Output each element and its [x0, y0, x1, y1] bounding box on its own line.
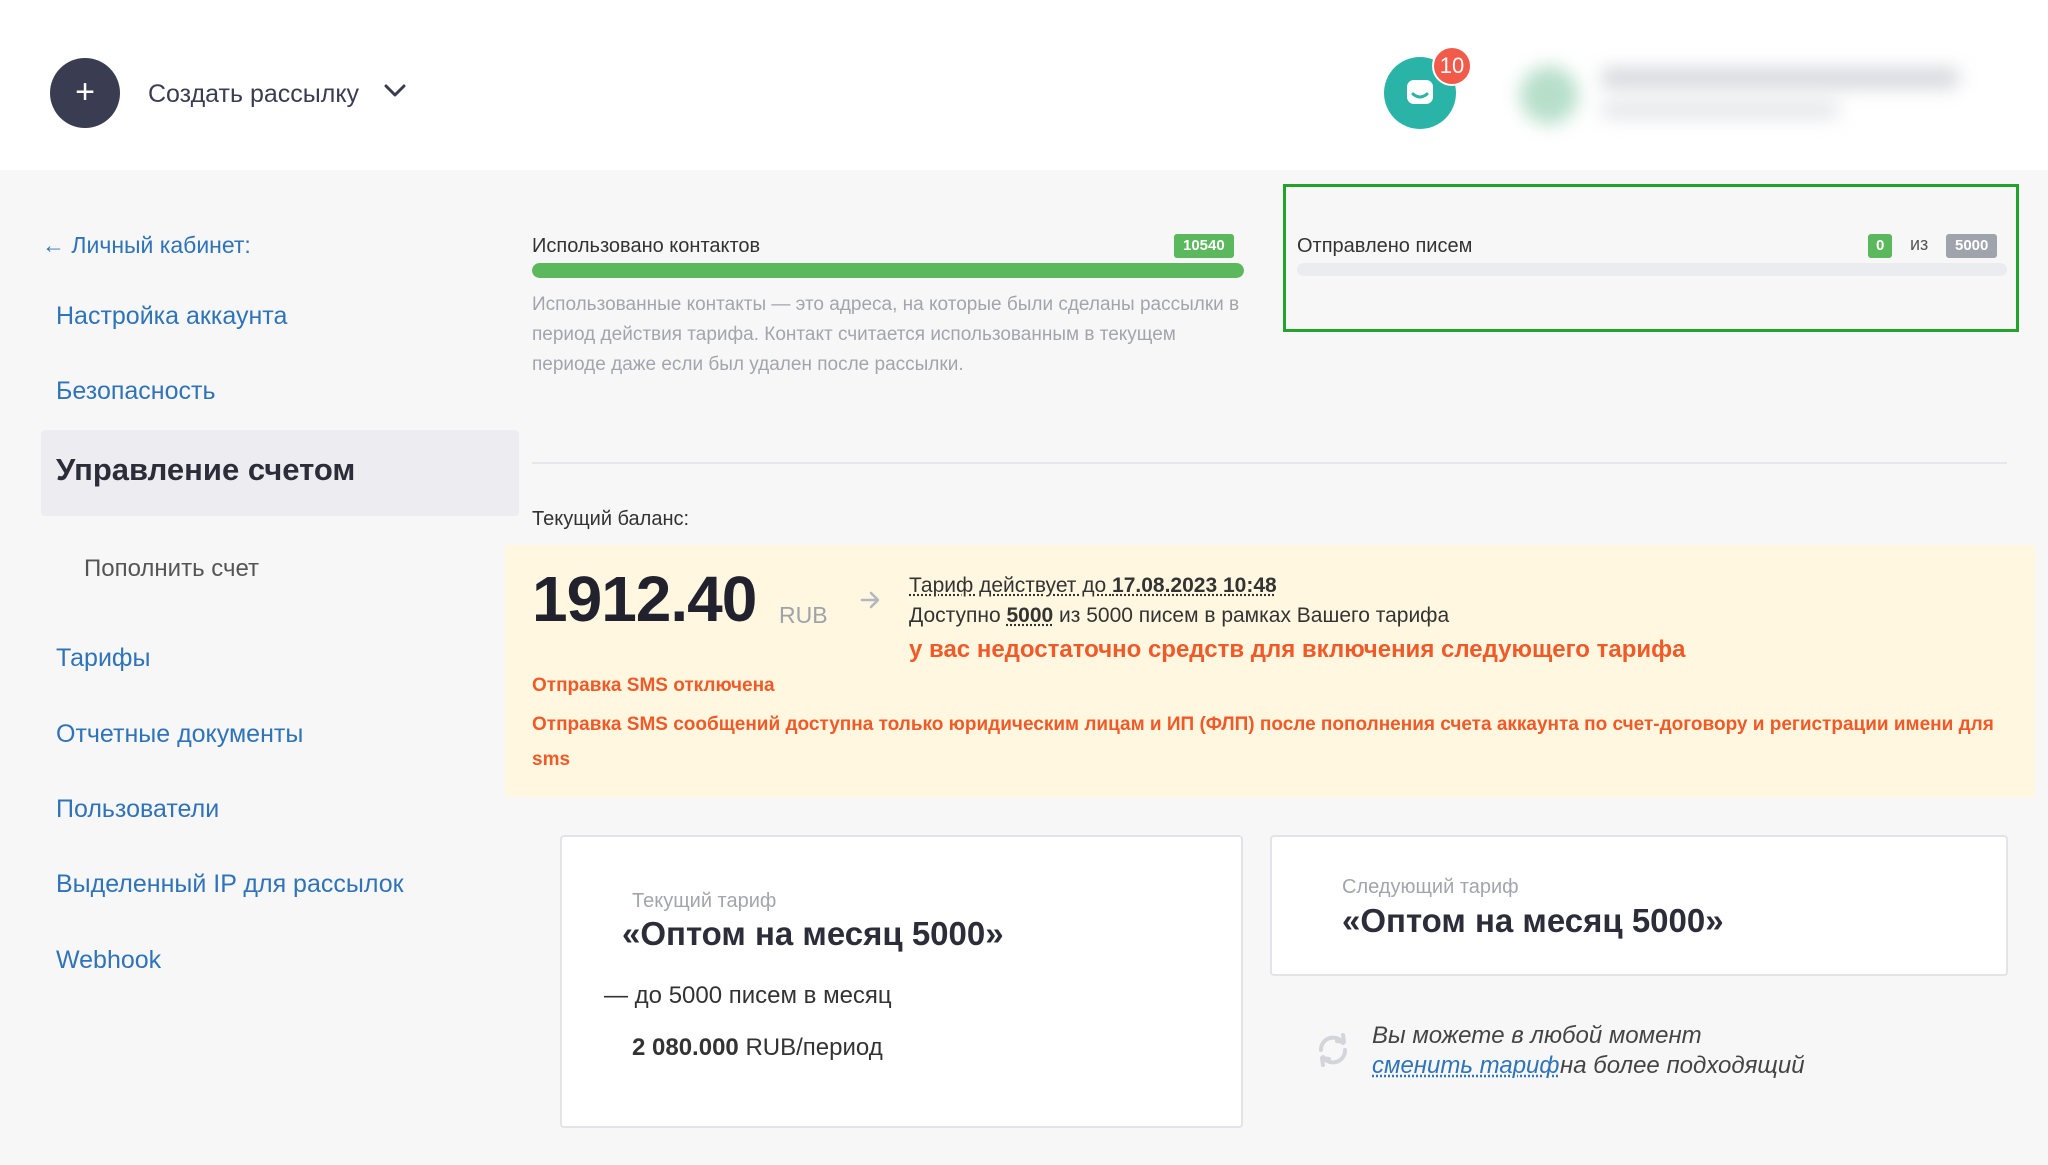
- sidebar-item-dedicated-ip[interactable]: Выделенный IP для рассылок: [56, 870, 404, 899]
- back-to-account-link[interactable]: ← Личный кабинет:: [42, 232, 251, 259]
- current-tariff-price-value: 2 080.000: [632, 1034, 739, 1061]
- sms-availability-note: Отправка SMS сообщений доступна только ю…: [532, 714, 1994, 770]
- plus-icon[interactable]: +: [50, 58, 120, 128]
- change-tariff-hint-rest: на более подходящий: [1560, 1052, 1805, 1079]
- contacts-used-badge: 10540: [1174, 234, 1234, 258]
- sidebar-item-webhook[interactable]: Webhook: [56, 946, 161, 975]
- chat-icon: [1407, 80, 1433, 104]
- letters-sent-label: Отправлено писем: [1297, 235, 1473, 257]
- next-tariff-name: «Оптом на месяц 5000»: [1342, 902, 1724, 939]
- contacts-description: Использованные контакты — это адреса, на…: [532, 294, 1240, 375]
- balance-amount: 1912.40: [532, 563, 757, 635]
- current-tariff-limit: — до 5000 писем в месяц: [604, 982, 892, 1009]
- letters-available-count: 5000: [1006, 604, 1054, 627]
- contacts-used-label: Использовано контактов: [532, 235, 761, 257]
- letters-total-badge: 5000: [1946, 234, 1998, 258]
- section-divider: [532, 462, 2007, 464]
- letters-sent-count-badge: 0: [1868, 234, 1893, 258]
- sidebar-item-account-settings[interactable]: Настройка аккаунта: [56, 302, 287, 331]
- current-tariff-name: «Оптом на месяц 5000»: [622, 915, 1004, 952]
- sidebar-item-billing[interactable]: Управление счетом: [56, 452, 355, 488]
- current-tariff-caption: Текущий тариф: [632, 890, 777, 912]
- avatar: [1520, 66, 1578, 124]
- arrow-right-icon: [860, 591, 880, 609]
- next-tariff-caption: Следующий тариф: [1342, 876, 1519, 898]
- sidebar-item-security[interactable]: Безопасность: [56, 377, 215, 406]
- sidebar-item-users[interactable]: Пользователи: [56, 795, 219, 824]
- balance-label: Текущий баланс:: [532, 508, 690, 530]
- letters-available: Доступно 5000 из 5000 писем в рамках Ваш…: [909, 604, 1450, 627]
- tariff-valid-until: Тариф действует до 17.08.2023 10:48: [909, 574, 1277, 597]
- refresh-icon: [1318, 1033, 1348, 1067]
- change-tariff-link[interactable]: сменить тариф: [1372, 1052, 1559, 1080]
- tariff-valid-until-date: 17.08.2023 10:48: [1112, 574, 1277, 597]
- user-menu[interactable]: [1520, 60, 2000, 130]
- change-tariff-hint: Вы можете в любой момент: [1372, 1022, 1702, 1049]
- create-mailing-button[interactable]: Создать рассылку: [148, 80, 359, 109]
- user-email-blurred: [1600, 68, 1960, 88]
- contacts-progress-bar: [532, 263, 1244, 278]
- notifications-count-badge: 10: [1432, 46, 1472, 86]
- chevron-down-icon[interactable]: [384, 84, 406, 98]
- letters-progress-bar: [1297, 263, 2007, 276]
- current-tariff-price: 2 080.000 RUB/период: [632, 1034, 883, 1061]
- sidebar-item-top-up[interactable]: Пополнить счет: [84, 555, 259, 583]
- letters-sent-highlight: [1283, 184, 2019, 332]
- user-name-blurred: [1600, 102, 1840, 118]
- contacts-progress-fill: [532, 263, 1244, 278]
- letters-of-label: из: [1910, 234, 1929, 254]
- balance-currency: RUB: [779, 602, 828, 628]
- sidebar-item-tariffs[interactable]: Тарифы: [56, 644, 150, 673]
- insufficient-funds-warning: у вас недостаточно средств для включения…: [909, 636, 1686, 663]
- sidebar-item-documents[interactable]: Отчетные документы: [56, 720, 303, 749]
- sms-disabled-notice: Отправка SMS отключена: [532, 675, 775, 696]
